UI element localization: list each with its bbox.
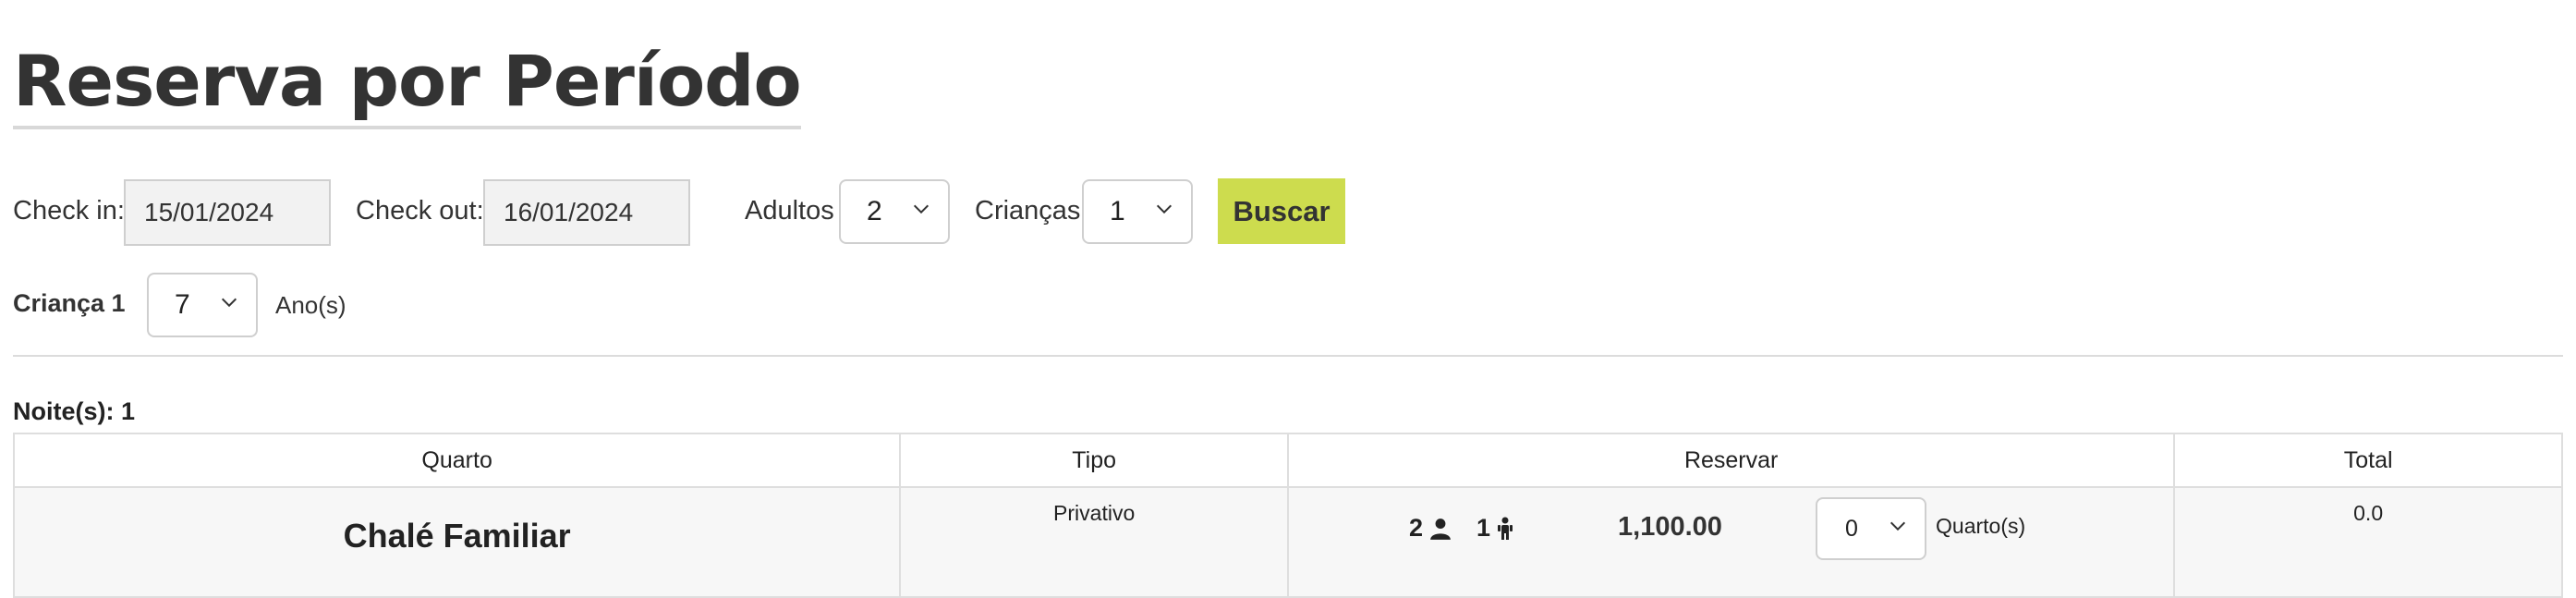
room-quantity-value: 0 [1845, 515, 1858, 542]
room-name: Chalé Familiar [12, 486, 902, 598]
adults-count: 2 [1409, 514, 1424, 542]
nights-count: Noite(s): 1 [13, 397, 136, 425]
checkout-value: 16/01/2024 [504, 198, 634, 226]
adults-select[interactable]: 2 [839, 179, 950, 244]
adult-icon [1430, 518, 1451, 540]
adults-label: Adultos [745, 196, 834, 226]
page: Reserva por Período Check in: 15/01/2024… [0, 0, 2576, 598]
occupancy: 2 1 [1409, 514, 1538, 543]
column-header-reserve: Reservar [1287, 433, 2176, 488]
chevron-down-icon [221, 298, 237, 308]
checkin-input[interactable]: 15/01/2024 [124, 179, 331, 246]
page-title: Reserva por Período [13, 37, 802, 129]
room-quantity-select[interactable]: 0 [1816, 497, 1927, 560]
column-header-total: Total [2173, 433, 2563, 488]
rooms-table: Quarto Tipo Reservar Total Chalé Familia… [12, 433, 2563, 598]
child1-age-value: 7 [175, 289, 190, 320]
adults-value: 2 [867, 196, 882, 226]
chevron-down-icon [913, 204, 930, 214]
children-select[interactable]: 1 [1082, 179, 1193, 244]
room-total: 0.0 [2173, 486, 2563, 598]
children-count: 1 [1476, 514, 1491, 542]
child1-label: Criança 1 [13, 289, 126, 317]
chevron-down-icon [1156, 204, 1173, 214]
column-header-room: Quarto [12, 433, 902, 488]
child-icon [1498, 517, 1513, 540]
child1-age-select[interactable]: 7 [147, 273, 258, 337]
room-quantity-unit: Quarto(s) [1936, 514, 2026, 538]
children-value: 1 [1110, 196, 1125, 226]
chevron-down-icon [1889, 521, 1906, 531]
table-header-row: Quarto Tipo Reservar Total [12, 433, 2563, 488]
column-header-type: Tipo [899, 433, 1290, 488]
checkin-label: Check in: [13, 196, 125, 226]
section-divider [13, 355, 2563, 357]
reserve-cell: 2 1 1,100.00 0 Quarto(s) [1287, 486, 2176, 598]
table-row: Chalé Familiar Privativo 2 1 1,100.00 0 … [12, 486, 2563, 598]
checkout-label: Check out: [356, 196, 484, 226]
room-type: Privativo [899, 486, 1290, 598]
checkin-value: 15/01/2024 [144, 198, 274, 226]
children-label: Crianças [975, 196, 1081, 226]
checkout-input[interactable]: 16/01/2024 [483, 179, 690, 246]
search-button[interactable]: Buscar [1218, 178, 1345, 244]
age-unit-label: Ano(s) [275, 291, 346, 319]
room-price: 1,100.00 [1618, 512, 1722, 542]
